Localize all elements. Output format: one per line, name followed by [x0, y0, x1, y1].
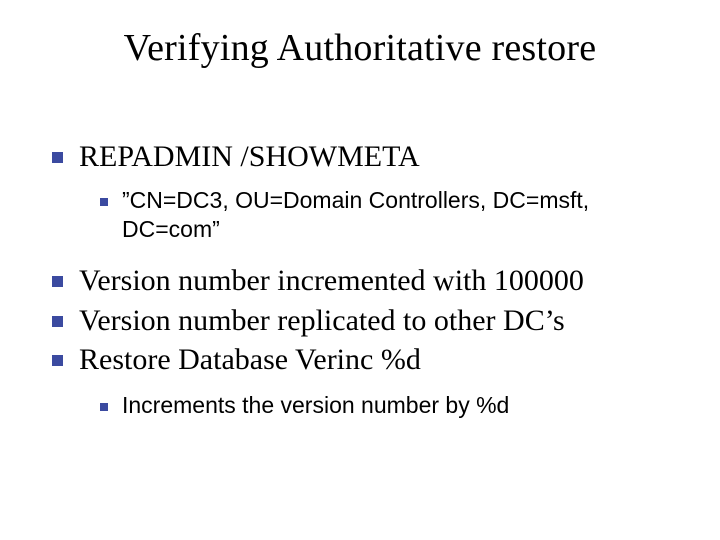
slide-body: REPADMIN /SHOWMETA ”CN=DC3, OU=Domain Co…: [52, 138, 680, 424]
square-bullet-icon: [52, 355, 63, 366]
bullet-text: ”CN=DC3, OU=Domain Controllers, DC=msft,…: [122, 186, 680, 245]
sub-list: Increments the version number by %d: [100, 391, 680, 420]
list-item: Restore Database Verinc %d: [52, 341, 680, 379]
square-bullet-icon: [100, 198, 108, 206]
list-item: Version number incremented with 100000: [52, 262, 680, 300]
bullet-text: Version number replicated to other DC’s: [79, 302, 565, 340]
bullet-text: Version number incremented with 100000: [79, 262, 584, 300]
square-bullet-icon: [100, 403, 108, 411]
list-item: REPADMIN /SHOWMETA: [52, 138, 680, 176]
list-group: Version number incremented with 100000 V…: [52, 262, 680, 379]
bullet-text: Restore Database Verinc %d: [79, 341, 421, 379]
bullet-text: REPADMIN /SHOWMETA: [79, 138, 420, 176]
list-item: Version number replicated to other DC’s: [52, 302, 680, 340]
slide: Verifying Authoritative restore REPADMIN…: [0, 0, 720, 540]
sub-list: ”CN=DC3, OU=Domain Controllers, DC=msft,…: [100, 186, 680, 245]
bullet-text: Increments the version number by %d: [122, 391, 509, 420]
square-bullet-icon: [52, 152, 63, 163]
slide-title: Verifying Authoritative restore: [0, 26, 720, 70]
square-bullet-icon: [52, 276, 63, 287]
list-item: ”CN=DC3, OU=Domain Controllers, DC=msft,…: [100, 186, 680, 245]
square-bullet-icon: [52, 316, 63, 327]
list-item: Increments the version number by %d: [100, 391, 680, 420]
